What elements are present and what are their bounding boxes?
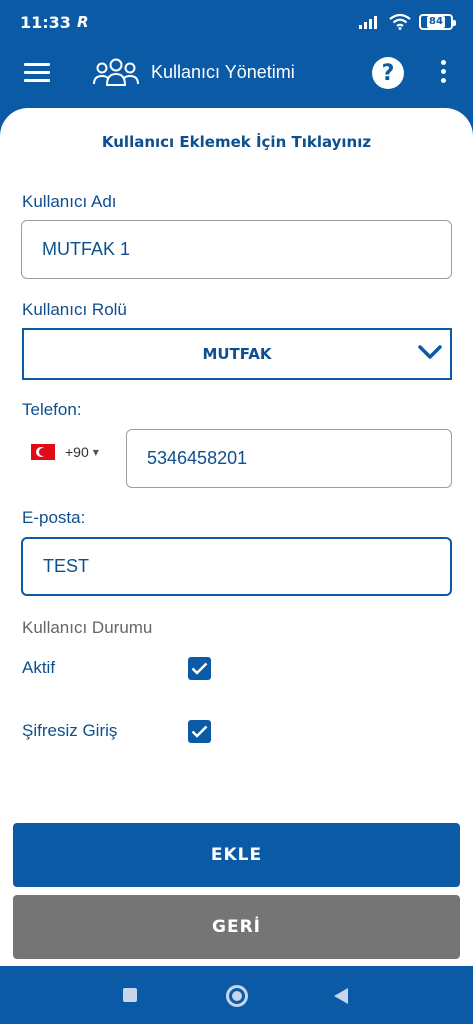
- status-icons: 84: [359, 14, 456, 30]
- passwordless-label: Şifresiz Giriş: [22, 721, 118, 740]
- battery-level: 84: [427, 16, 445, 28]
- role-value: MUTFAK: [202, 345, 272, 363]
- more-vert-icon[interactable]: [438, 60, 448, 86]
- wifi-icon: [389, 14, 411, 30]
- form-sheet: Kullanıcı Eklemek İçin Tıklayınız Kullan…: [0, 108, 473, 966]
- back-button[interactable]: GERİ: [13, 895, 460, 959]
- system-nav-bar: [0, 966, 473, 1024]
- user-status-label: Kullanıcı Durumu: [22, 618, 153, 637]
- add-button[interactable]: EKLE: [13, 823, 460, 887]
- users-icon: [93, 58, 139, 86]
- email-input[interactable]: TEST: [21, 537, 452, 596]
- phone-input[interactable]: 5346458201: [126, 429, 452, 488]
- email-label: E-posta:: [22, 508, 86, 527]
- active-checkbox[interactable]: [188, 657, 211, 680]
- status-brand: R: [76, 13, 89, 31]
- page-title: Kullanıcı Yönetimi: [151, 62, 295, 82]
- status-bar: 11:33 R 84: [0, 0, 473, 44]
- add-user-prompt[interactable]: Kullanıcı Eklemek İçin Tıklayınız: [0, 133, 473, 151]
- checkbox-checked-icon: [191, 662, 208, 675]
- app-bar: Kullanıcı Yönetimi ?: [0, 44, 473, 106]
- phone-label: Telefon:: [22, 400, 82, 419]
- active-label: Aktif: [22, 658, 56, 677]
- role-select[interactable]: MUTFAK: [22, 328, 452, 380]
- nav-square-icon[interactable]: [123, 988, 137, 1002]
- country-code-picker[interactable]: +90 ▼: [31, 444, 99, 460]
- checkbox-checked-icon: [191, 725, 208, 738]
- battery-icon: 84: [419, 14, 456, 30]
- signal-icon: [359, 16, 377, 29]
- nav-back-icon[interactable]: [333, 987, 349, 1005]
- username-input[interactable]: MUTFAK 1: [21, 220, 452, 279]
- menu-icon[interactable]: [24, 63, 50, 83]
- username-value: MUTFAK 1: [42, 239, 131, 259]
- role-label: Kullanıcı Rolü: [22, 300, 127, 319]
- phone-value: 5346458201: [147, 448, 248, 468]
- caret-down-icon: ▼: [92, 447, 99, 457]
- nav-home-icon[interactable]: [226, 985, 248, 1007]
- chevron-down-icon: [418, 345, 442, 359]
- username-label: Kullanıcı Adı: [22, 192, 117, 211]
- dial-code: +90: [65, 444, 89, 460]
- status-time: 11:33: [20, 12, 71, 32]
- help-icon[interactable]: ?: [372, 57, 404, 89]
- passwordless-checkbox[interactable]: [188, 720, 211, 743]
- email-value: TEST: [43, 556, 90, 576]
- turkey-flag-icon: [31, 444, 55, 460]
